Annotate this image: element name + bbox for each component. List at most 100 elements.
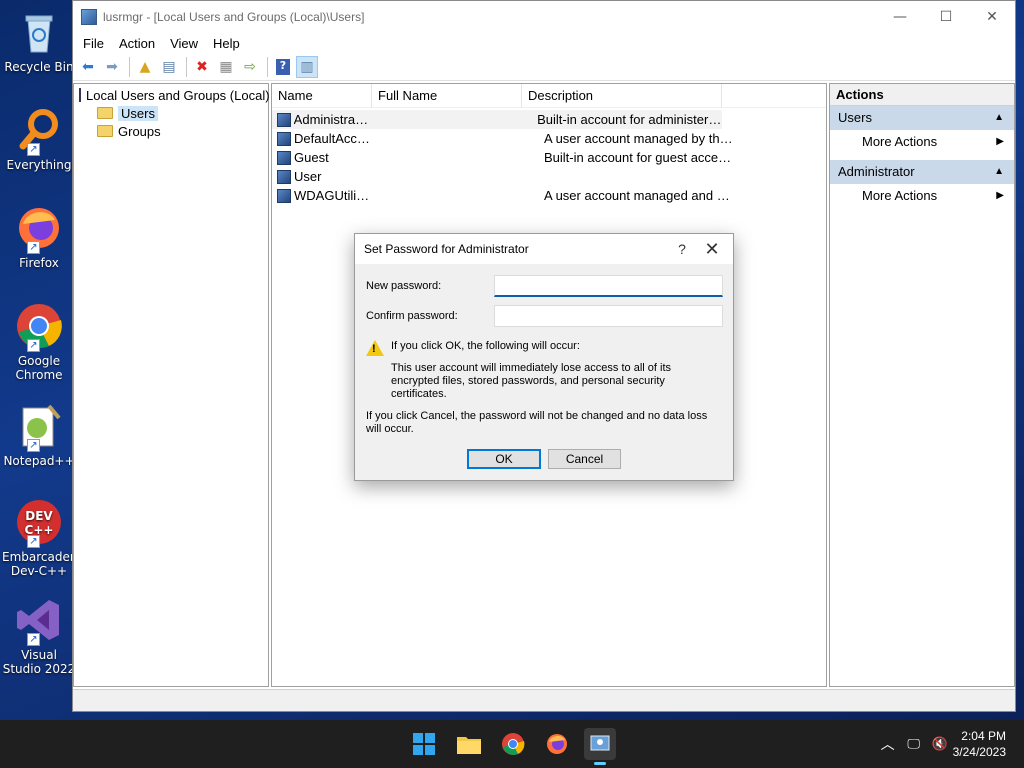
- desktop-icon-label: Google Chrome: [15, 354, 63, 382]
- menu-file[interactable]: File: [77, 36, 113, 51]
- dialog-close-button[interactable]: ✕: [697, 234, 727, 264]
- console-tree: Local Users and Groups (Local) Users Gro…: [73, 83, 270, 687]
- taskbar: ︿ 🖵 🔇 2:04 PM 3/24/2023: [0, 720, 1024, 768]
- taskbar-lusrmgr[interactable]: [584, 728, 616, 765]
- back-button[interactable]: ⬅: [77, 56, 99, 78]
- confirm-password-label: Confirm password:: [366, 310, 458, 322]
- file-explorer-icon: [457, 737, 481, 754]
- desktop-icon-notepad-plus-plus[interactable]: ↗ Notepad++: [2, 402, 76, 468]
- desktop-icon-label: Everything: [6, 158, 72, 172]
- taskbar-chrome[interactable]: [497, 728, 529, 760]
- warning-body: This user account will immediately lose …: [391, 362, 671, 400]
- desktop-icon-google-chrome[interactable]: ↗ Google Chrome: [2, 302, 76, 382]
- window-titlebar[interactable]: lusrmgr - [Local Users and Groups (Local…: [73, 1, 1015, 33]
- forward-button[interactable]: ➡: [101, 56, 123, 78]
- help-button[interactable]: ?: [272, 56, 294, 78]
- new-password-field[interactable]: [494, 275, 723, 297]
- cancel-button[interactable]: Cancel: [548, 449, 621, 469]
- window-title: lusrmgr - [Local Users and Groups (Local…: [103, 10, 365, 24]
- dialog-help-button[interactable]: ?: [667, 234, 697, 264]
- delete-button[interactable]: ✖: [191, 56, 213, 78]
- more-actions-administrator[interactable]: More Actions ▶: [830, 184, 1014, 208]
- network-icon[interactable]: 🖵: [901, 737, 927, 752]
- start-icon: [413, 733, 435, 755]
- user-account-icon: [277, 188, 291, 203]
- ok-button[interactable]: OK: [467, 449, 541, 469]
- desktop-icon-recycle-bin[interactable]: Recycle Bin: [2, 8, 76, 74]
- column-header-name[interactable]: Name: [272, 83, 372, 108]
- action-pane-icon: ▥: [300, 58, 314, 75]
- folder-icon: [97, 107, 113, 119]
- console-tree-icon: ▤: [162, 58, 176, 75]
- close-button[interactable]: ✕: [969, 1, 1015, 33]
- column-header-description[interactable]: Description: [522, 83, 722, 108]
- show-hide-console-tree-button[interactable]: ▤: [158, 56, 180, 78]
- lusrmgr-app-icon: [81, 9, 97, 25]
- volume-muted-icon[interactable]: 🔇: [927, 737, 953, 752]
- clock[interactable]: 2:04 PM 3/24/2023: [953, 728, 1024, 760]
- table-row[interactable]: Guest Built-in account for guest access …: [272, 148, 826, 167]
- menu-action[interactable]: Action: [113, 36, 164, 51]
- action-item-label: More Actions: [862, 134, 938, 149]
- new-password-label: New password:: [366, 280, 442, 292]
- chrome-icon: [502, 733, 525, 755]
- visual-studio-icon: ↗: [15, 596, 63, 646]
- actions-group-administrator[interactable]: Administrator ▲: [830, 160, 1014, 184]
- delete-x-icon: ✖: [196, 58, 208, 75]
- minimize-button[interactable]: —: [877, 1, 923, 33]
- confirm-password-input[interactable]: [495, 306, 722, 326]
- table-row[interactable]: DefaultAcco... A user account managed by…: [272, 129, 826, 148]
- system-tray: ︿ 🖵 🔇 2:04 PM 3/24/2023: [875, 720, 1024, 768]
- chevron-right-icon: ▶: [996, 136, 1004, 147]
- active-app-indicator: [594, 762, 606, 765]
- column-header-full-name[interactable]: Full Name: [372, 83, 522, 108]
- menu-help[interactable]: Help: [207, 36, 249, 51]
- table-row[interactable]: User: [272, 167, 826, 186]
- desktop-icon-label: Visual Studio 2022: [2, 648, 76, 676]
- start-button[interactable]: [408, 728, 440, 760]
- table-row[interactable]: WDAGUtility... A user account managed an…: [272, 186, 826, 205]
- actions-group-label: Administrator: [838, 164, 915, 179]
- new-password-input[interactable]: [495, 276, 722, 295]
- clock-date: 3/24/2023: [952, 745, 1006, 759]
- up-one-level-button[interactable]: ▲: [134, 56, 156, 78]
- collapse-up-icon: ▲: [994, 166, 1004, 177]
- user-name: WDAGUtility...: [294, 188, 372, 203]
- toolbar: ⬅ ➡ ▲ ▤ ✖ ▦ ⇨ ? ▥: [73, 53, 1015, 81]
- maximize-button[interactable]: ☐: [923, 1, 969, 33]
- show-hidden-icons-chevron-icon[interactable]: ︿: [875, 734, 901, 754]
- menu-bar: File Action View Help: [73, 33, 1015, 53]
- tree-item-root[interactable]: Local Users and Groups (Local): [74, 86, 270, 104]
- desktop-icon-everything[interactable]: ↗ Everything: [2, 106, 76, 172]
- actions-group-users[interactable]: Users ▲: [830, 106, 1014, 130]
- menu-view[interactable]: View: [164, 36, 207, 51]
- user-name: Guest: [294, 150, 329, 165]
- window-controls: — ☐ ✕: [877, 1, 1015, 33]
- collapse-up-icon: ▲: [994, 112, 1004, 123]
- confirm-password-field[interactable]: [494, 305, 723, 327]
- lusrmgr-icon: [590, 735, 610, 751]
- table-row[interactable]: Administrator Built-in account for admin…: [272, 110, 722, 129]
- desktop-icon-firefox[interactable]: ↗ Firefox: [2, 204, 76, 270]
- tree-item-users[interactable]: Users: [74, 104, 268, 122]
- export-list-button[interactable]: ⇨: [239, 56, 261, 78]
- dev-cpp-icon: DEV C++ ↗: [15, 498, 63, 548]
- dialog-titlebar[interactable]: Set Password for Administrator ? ✕: [355, 234, 733, 264]
- recycle-bin-icon: [15, 8, 63, 56]
- more-actions-users[interactable]: More Actions ▶: [830, 130, 1014, 154]
- toolbar-separator: [129, 56, 130, 77]
- desktop-icon-visual-studio[interactable]: ↗ Visual Studio 2022: [2, 596, 76, 676]
- properties-icon: ▦: [219, 58, 233, 75]
- status-bar: [73, 689, 1015, 711]
- desktop-icon-label: Recycle Bin: [4, 60, 74, 74]
- warning-heading: If you click OK, the following will occu…: [391, 340, 580, 352]
- show-hide-action-pane-button[interactable]: ▥: [296, 55, 318, 78]
- properties-button[interactable]: ▦: [215, 56, 237, 78]
- svg-text:DEV: DEV: [25, 509, 53, 523]
- tree-item-label: Users: [118, 105, 158, 121]
- tree-item-groups[interactable]: Groups: [74, 122, 268, 140]
- tree-root-label: Local Users and Groups (Local): [86, 87, 270, 103]
- desktop-icon-dev-cpp[interactable]: DEV C++ ↗ Embarcadero Dev-C++: [2, 498, 82, 578]
- taskbar-file-explorer[interactable]: [453, 728, 485, 760]
- taskbar-firefox[interactable]: [541, 728, 573, 760]
